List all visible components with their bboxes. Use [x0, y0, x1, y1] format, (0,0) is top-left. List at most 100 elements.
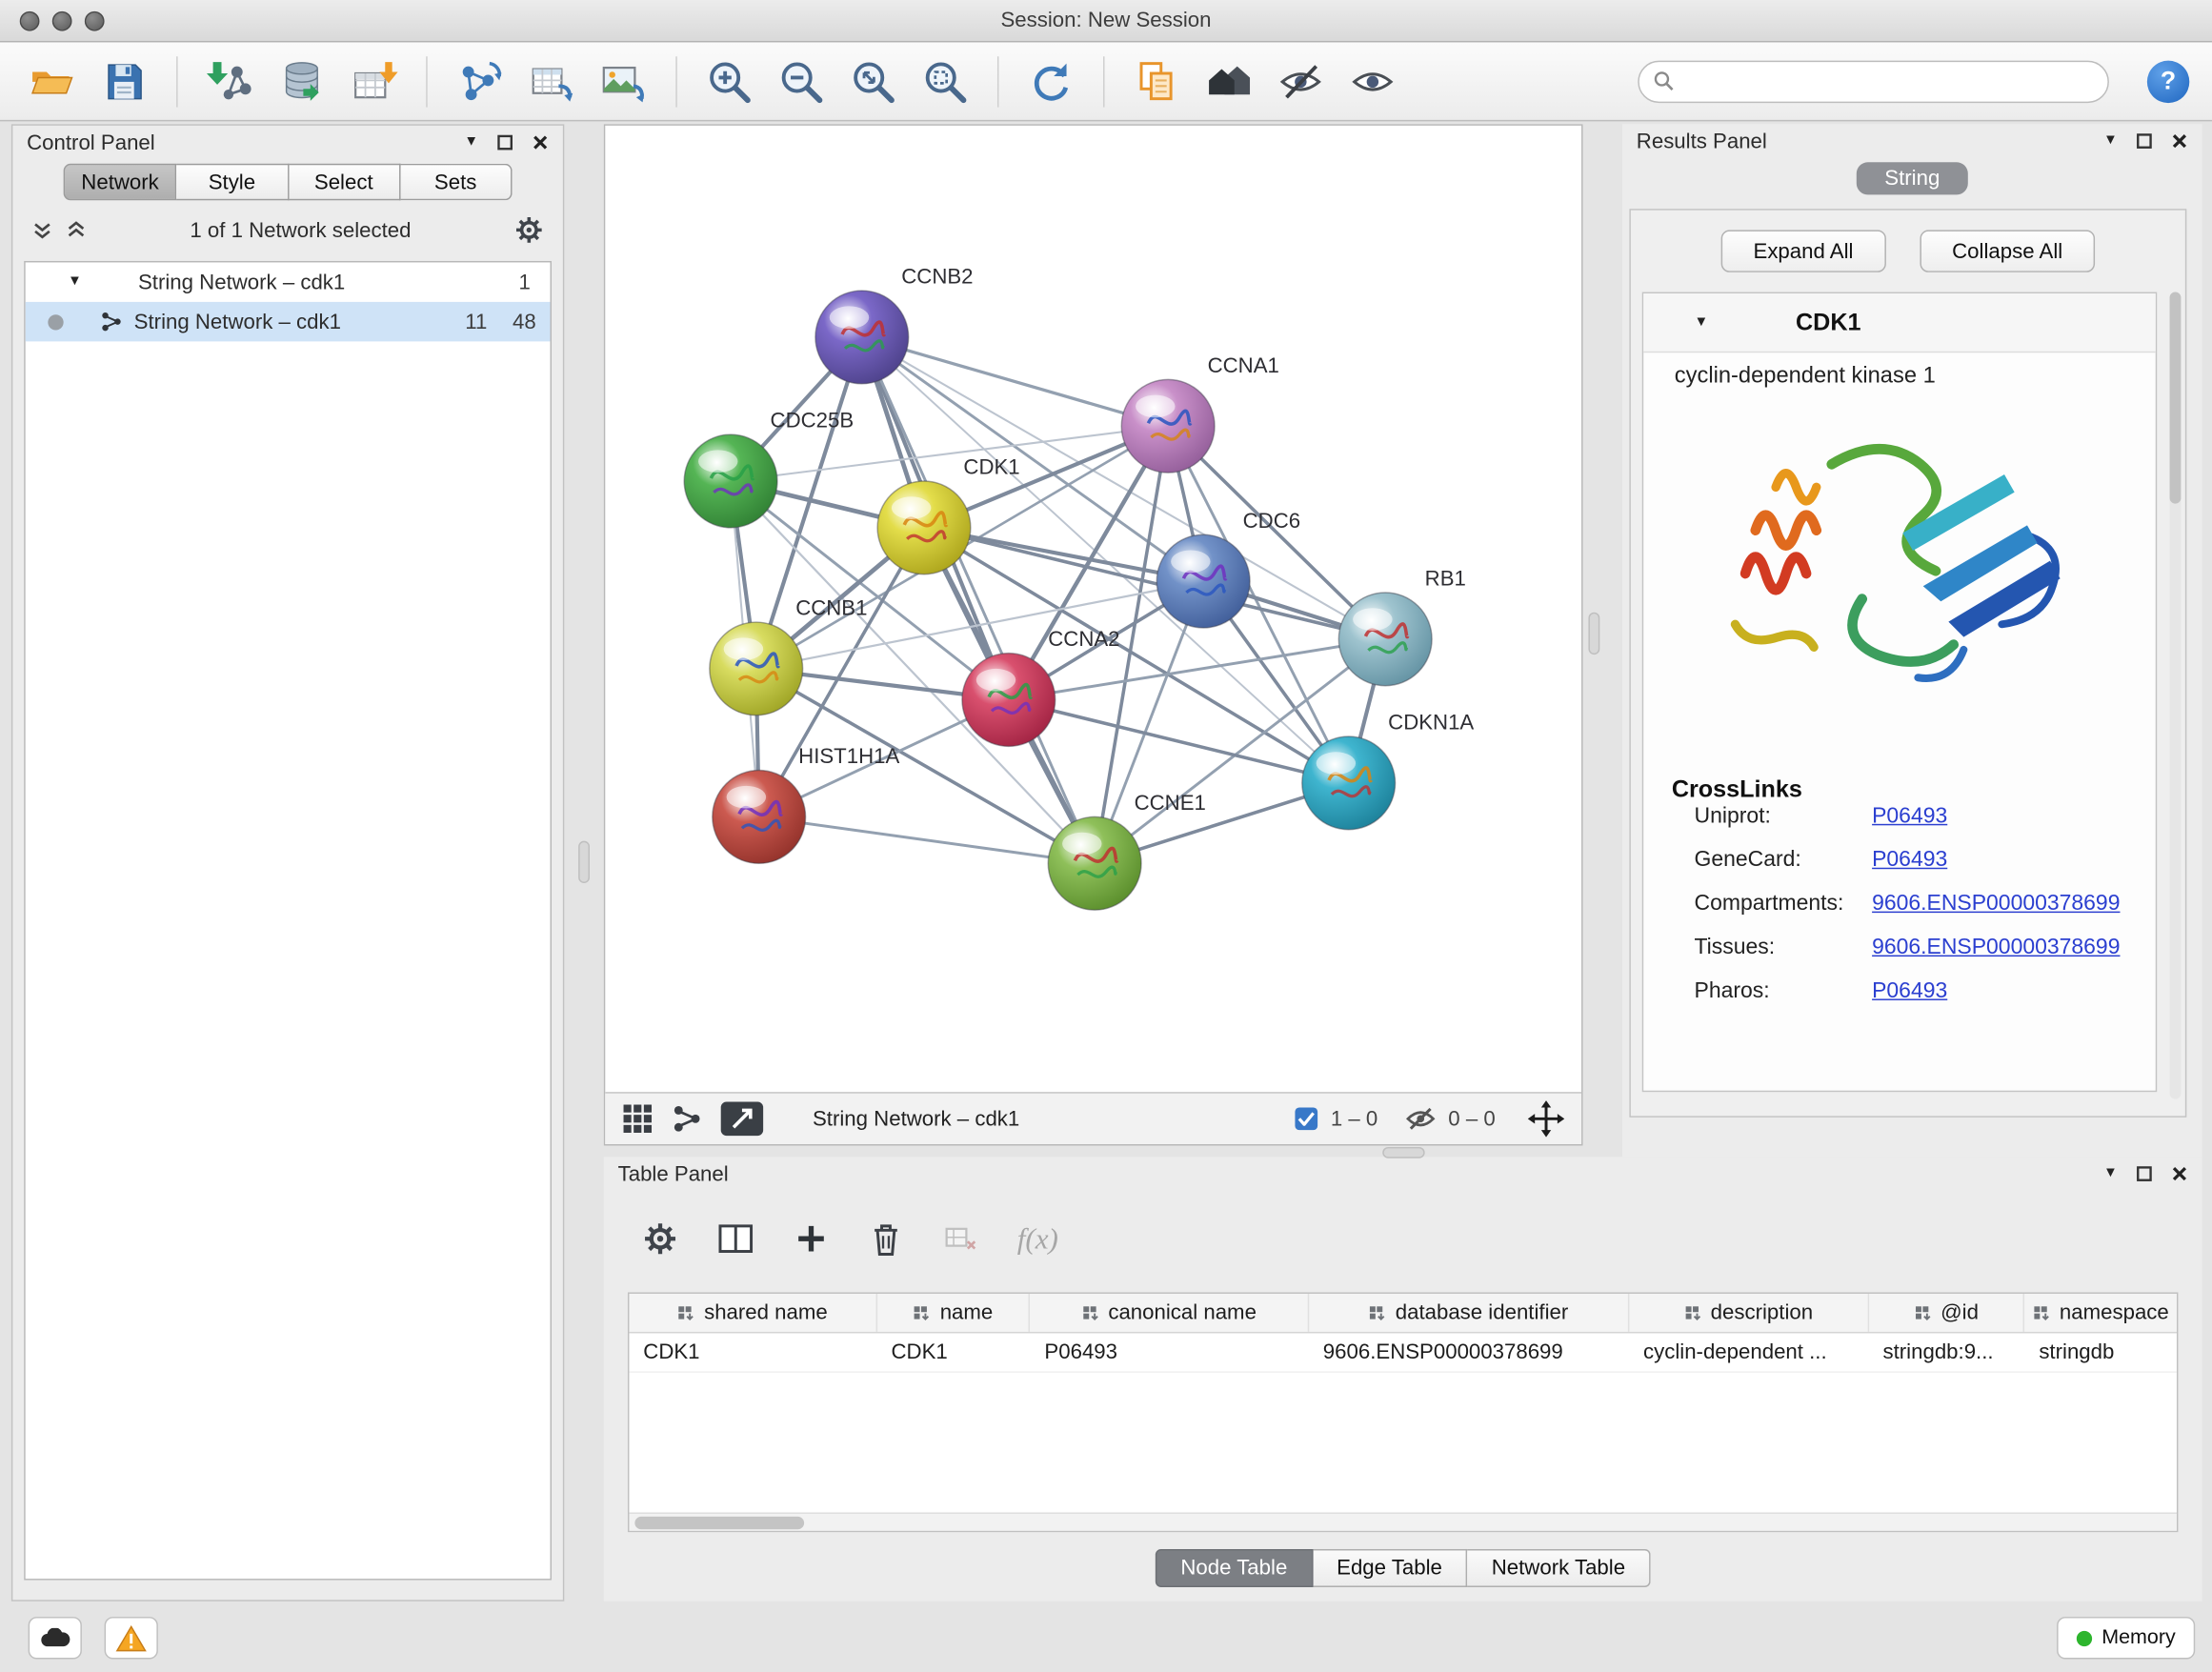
node-HIST1H1A[interactable]: [713, 771, 806, 864]
network-collection-row[interactable]: ▼ String Network – cdk1 1: [26, 262, 551, 301]
tab-network[interactable]: Network: [64, 164, 177, 201]
cell-name[interactable]: CDK1: [877, 1333, 1031, 1371]
node-CCNA2[interactable]: [962, 654, 1056, 747]
collection-expand-icon[interactable]: ▼: [68, 275, 82, 290]
tab-style[interactable]: Style: [176, 164, 288, 201]
panel-menu-icon[interactable]: ▼: [2103, 134, 2118, 149]
birds-eye-view-button[interactable]: [622, 1103, 654, 1135]
home-button[interactable]: [1199, 49, 1258, 113]
delete-table-button-disabled[interactable]: [944, 1223, 978, 1255]
column-header[interactable]: description: [1629, 1294, 1868, 1332]
column-header[interactable]: @id: [1869, 1294, 2025, 1332]
zoom-out-button[interactable]: [772, 49, 831, 113]
compartments-link[interactable]: 9606.ENSP00000378699: [1872, 892, 2120, 917]
collapse-gene-icon[interactable]: ▼: [1695, 315, 1709, 330]
show-annotations-button[interactable]: [1343, 49, 1402, 113]
scrollbar-thumb[interactable]: [634, 1517, 804, 1529]
help-button[interactable]: ?: [2147, 60, 2189, 102]
import-network-from-file-button[interactable]: [200, 49, 259, 113]
horizontal-scrollbar[interactable]: [629, 1512, 2177, 1530]
tab-sets[interactable]: Sets: [400, 164, 512, 201]
node-CDC6[interactable]: [1156, 534, 1250, 628]
column-header[interactable]: database identifier: [1309, 1294, 1629, 1332]
tab-node-table[interactable]: Node Table: [1156, 1549, 1313, 1587]
cell-id[interactable]: stringdb:9...: [1869, 1333, 2025, 1371]
selected-checkbox[interactable]: [1296, 1107, 1318, 1130]
tab-edge-table[interactable]: Edge Table: [1313, 1549, 1468, 1587]
network-options-button[interactable]: [515, 216, 544, 245]
import-network-from-database-button[interactable]: [272, 49, 332, 113]
table-options-button[interactable]: [643, 1221, 677, 1256]
scrollbar-thumb[interactable]: [2170, 292, 2182, 504]
network-overview-button[interactable]: [672, 1103, 703, 1135]
zoom-in-button[interactable]: [700, 49, 759, 113]
cell-shared-name[interactable]: CDK1: [629, 1333, 876, 1371]
node-CDC25B[interactable]: [684, 434, 777, 528]
uniprot-link[interactable]: P06493: [1872, 804, 1947, 830]
cell-namespace[interactable]: stringdb: [2025, 1333, 2177, 1371]
edge-HIST1H1A-CCNE1[interactable]: [759, 816, 1095, 863]
float-panel-button[interactable]: [2136, 1165, 2153, 1182]
pharos-link[interactable]: P06493: [1872, 979, 1947, 1005]
search-input[interactable]: [1683, 70, 2094, 92]
hide-annotations-button[interactable]: [1271, 49, 1330, 113]
bottom-splitter-handle[interactable]: [1382, 1147, 1424, 1158]
network-row-selected[interactable]: String Network – cdk1 11 48: [26, 302, 551, 341]
float-panel-button[interactable]: [2136, 132, 2153, 150]
cell-description[interactable]: cyclin-dependent ...: [1629, 1333, 1868, 1371]
tab-select[interactable]: Select: [289, 164, 400, 201]
minimize-window-button[interactable]: [52, 10, 72, 30]
column-header[interactable]: name: [877, 1294, 1031, 1332]
results-scrollbar[interactable]: [2170, 292, 2182, 1099]
tissues-link[interactable]: 9606.ENSP00000378699: [1872, 936, 2120, 961]
import-table-from-file-button[interactable]: [344, 49, 403, 113]
close-panel-button[interactable]: [532, 134, 549, 151]
right-splitter-handle[interactable]: [1588, 613, 1599, 655]
panel-menu-icon[interactable]: ▼: [464, 135, 478, 150]
save-session-button[interactable]: [94, 49, 153, 113]
genecard-link[interactable]: P06493: [1872, 848, 1947, 874]
node-CCNB1[interactable]: [710, 622, 803, 715]
export-image-button[interactable]: [593, 49, 653, 113]
column-header[interactable]: shared name: [629, 1294, 876, 1332]
collapse-all-button[interactable]: Collapse All: [1920, 230, 2095, 272]
cloud-status-button[interactable]: [29, 1617, 82, 1659]
show-columns-button[interactable]: [716, 1221, 754, 1256]
search-box[interactable]: [1638, 60, 2109, 102]
function-builder-button[interactable]: f(x): [1017, 1221, 1058, 1257]
node-CCNE1[interactable]: [1048, 816, 1141, 910]
table-row[interactable]: CDK1 CDK1 P06493 9606.ENSP00000378699 cy…: [629, 1333, 2177, 1372]
float-panel-button[interactable]: [496, 134, 513, 151]
edge-CCNB2-CCNA1[interactable]: [862, 337, 1168, 426]
export-network-button[interactable]: [450, 49, 509, 113]
zoom-fit-button[interactable]: [844, 49, 903, 113]
node-CCNA1[interactable]: [1121, 379, 1215, 473]
export-table-button[interactable]: [522, 49, 581, 113]
close-panel-button[interactable]: [2171, 1165, 2188, 1182]
node-CDKN1A[interactable]: [1302, 736, 1396, 830]
expand-all-button[interactable]: Expand All: [1720, 230, 1885, 272]
close-window-button[interactable]: [20, 10, 40, 30]
apply-layout-button[interactable]: [1021, 49, 1080, 113]
open-session-button[interactable]: [23, 49, 82, 113]
left-splitter-handle[interactable]: [578, 841, 590, 883]
copy-document-button[interactable]: [1127, 49, 1186, 113]
close-panel-button[interactable]: [2171, 132, 2188, 150]
node-CCNB2[interactable]: [815, 291, 909, 384]
warnings-button[interactable]: [105, 1617, 158, 1659]
zoom-selected-button[interactable]: [915, 49, 975, 113]
edge-CCNB2-CCNE1[interactable]: [862, 337, 1095, 863]
tab-network-table[interactable]: Network Table: [1468, 1549, 1651, 1587]
network-canvas[interactable]: CCNB2CCNA1CDC25BCDK1CDC6RB1CCNB1CCNA2CDK…: [605, 126, 1581, 1092]
node-RB1[interactable]: [1338, 593, 1432, 686]
create-column-button[interactable]: [794, 1221, 829, 1256]
open-in-new-window-button[interactable]: [721, 1102, 763, 1137]
node-CDK1[interactable]: [877, 481, 971, 574]
cell-database-identifier[interactable]: 9606.ENSP00000378699: [1309, 1333, 1629, 1371]
column-header[interactable]: canonical name: [1031, 1294, 1309, 1332]
memory-button[interactable]: Memory: [2057, 1617, 2195, 1659]
tab-string[interactable]: String: [1857, 162, 1968, 194]
cell-canonical-name[interactable]: P06493: [1031, 1333, 1309, 1371]
network-graph[interactable]: CCNB2CCNA1CDC25BCDK1CDC6RB1CCNB1CCNA2CDK…: [605, 126, 1581, 1092]
column-header[interactable]: namespace: [2025, 1294, 2177, 1332]
